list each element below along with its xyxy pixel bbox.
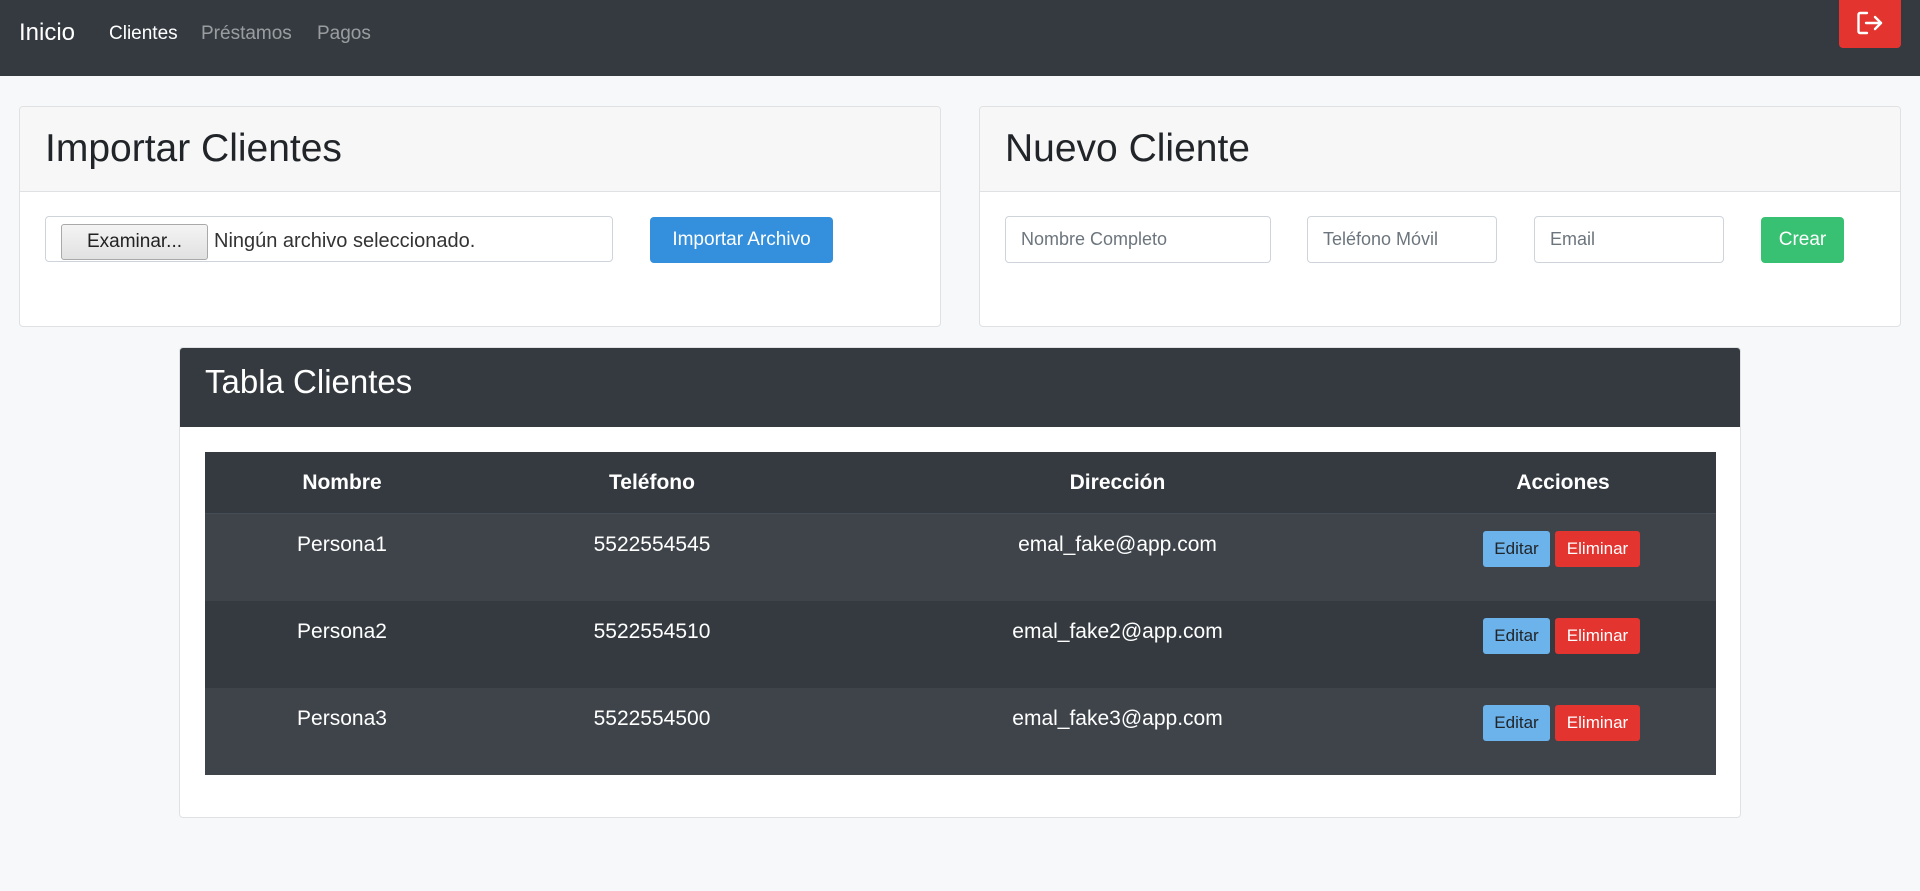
browse-file-button[interactable]: Examinar... [61,224,208,260]
column-header-nombre: Nombre [302,471,382,494]
cell-direccion: emal_fake@app.com [1018,533,1217,556]
cell-nombre: Persona2 [297,620,387,643]
clients-table-card: Tabla Clientes Nombre Teléfono Dirección… [179,347,1741,818]
cell-direccion: emal_fake2@app.com [1012,620,1223,643]
new-client-card-header: Nuevo Cliente [980,107,1900,192]
edit-button[interactable]: Editar [1483,705,1550,741]
delete-button[interactable]: Eliminar [1555,705,1640,741]
nav-link-pagos[interactable]: Pagos [317,22,371,46]
import-card-header: Importar Clientes [20,107,940,192]
table-row: Persona1 5522554545 emal_fake@app.com Ed… [205,514,1716,601]
create-client-button[interactable]: Crear [1761,217,1844,263]
table-header-row: Nombre Teléfono Dirección Acciones [205,452,1716,514]
delete-button[interactable]: Eliminar [1555,618,1640,654]
column-header-acciones: Acciones [1516,471,1610,494]
file-status-text: Ningún archivo seleccionado. [214,230,476,252]
logout-button[interactable] [1839,0,1901,48]
cell-nombre: Persona3 [297,707,387,730]
column-header-direccion: Dirección [1069,471,1166,494]
top-navbar: Inicio Clientes Préstamos Pagos [0,0,1920,76]
table-row: Persona2 5522554510 emal_fake2@app.com E… [205,601,1716,688]
table-card-header: Tabla Clientes [180,348,1740,427]
cell-telefono: 5522554545 [593,533,711,556]
edit-button[interactable]: Editar [1483,531,1550,567]
full-name-input[interactable]: Nombre Completo [1005,216,1271,263]
mobile-phone-input[interactable]: Teléfono Móvil [1307,216,1497,263]
cell-direccion: emal_fake3@app.com [1012,707,1223,730]
cell-telefono: 5522554500 [593,707,711,730]
import-clients-card: Importar Clientes Examinar... Ningún arc… [19,106,941,327]
import-file-button[interactable]: Importar Archivo [650,217,833,263]
brand-home-link[interactable]: Inicio [19,19,75,47]
delete-button[interactable]: Eliminar [1555,531,1640,567]
column-header-telefono: Teléfono [609,471,695,494]
table-card-title: Tabla Clientes [205,363,413,400]
file-input[interactable]: Examinar... Ningún archivo seleccionado. [45,216,613,262]
table-row: Persona3 5522554500 emal_fake3@app.com E… [205,688,1716,775]
nav-link-clientes[interactable]: Clientes [109,22,178,46]
new-client-card-title: Nuevo Cliente [1005,127,1250,170]
cell-telefono: 5522554510 [593,620,711,643]
new-client-card: Nuevo Cliente Nombre Completo Teléfono M… [979,106,1901,327]
edit-button[interactable]: Editar [1483,618,1550,654]
nav-link-prestamos[interactable]: Préstamos [201,22,292,46]
sign-out-icon [1856,10,1884,39]
email-input[interactable]: Email [1534,216,1724,263]
import-card-title: Importar Clientes [45,127,342,170]
cell-nombre: Persona1 [297,533,387,556]
